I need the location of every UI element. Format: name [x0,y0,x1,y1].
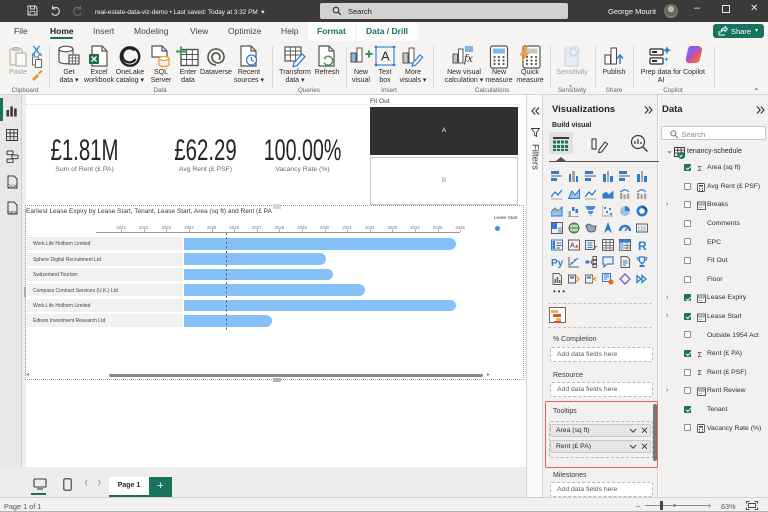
svg-text:A: A [570,243,575,250]
svg-text:R: R [638,239,647,251]
svg-text:123: 123 [638,227,647,233]
svg-text:DAX: DAX [8,184,17,189]
svg-text:TMDL: TMDL [7,210,19,215]
svg-text:fx: fx [464,51,473,65]
svg-text:A: A [381,49,390,64]
svg-text:Py: Py [551,258,564,268]
